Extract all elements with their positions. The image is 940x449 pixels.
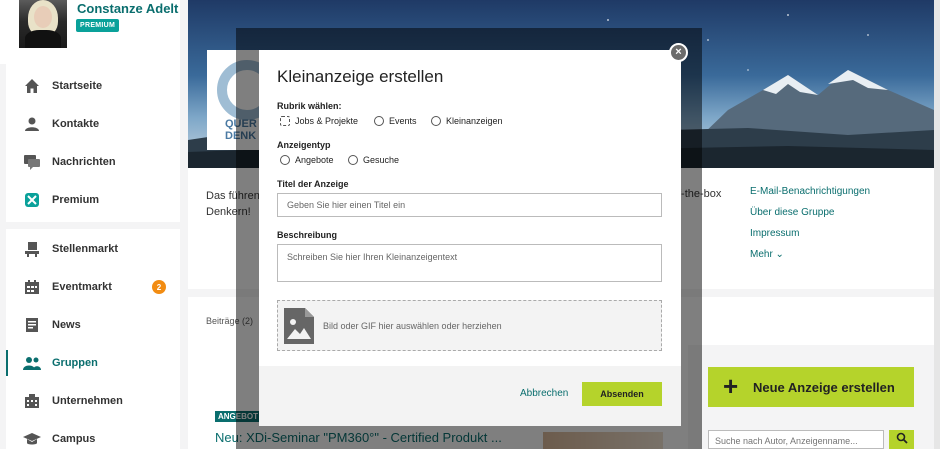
ad-search-field[interactable] — [708, 430, 884, 449]
image-file-icon — [284, 308, 314, 344]
calendar-icon — [23, 278, 41, 296]
jobs-icon — [23, 240, 41, 258]
campus-icon — [23, 430, 41, 448]
search-icon — [896, 432, 908, 447]
premium-icon — [23, 191, 41, 209]
sidebar-item-nachrichten[interactable]: Nachrichten — [6, 143, 180, 181]
radio-button-icon — [431, 116, 441, 126]
sidebar-item-eventmarkt[interactable]: Eventmarkt 2 — [6, 268, 180, 306]
radio-jobs-projekte[interactable]: Jobs & Projekte — [280, 116, 358, 126]
radio-gesuche[interactable]: Gesuche — [348, 155, 399, 165]
profile-name[interactable]: Constanze Adelt — [77, 1, 178, 16]
cancel-button[interactable]: Abbrechen — [520, 388, 568, 399]
radio-label: Events — [389, 116, 417, 126]
radio-angebote[interactable]: Angebote — [280, 155, 334, 165]
description-label: Beschreibung — [277, 230, 338, 240]
premium-badge: PREMIUM — [76, 19, 120, 32]
radio-events[interactable]: Events — [374, 116, 417, 126]
dropzone-label: Bild oder GIF hier auswählen oder herzie… — [323, 321, 502, 331]
sidebar-item-premium[interactable]: Premium — [6, 181, 180, 219]
radio-label: Angebote — [295, 155, 334, 165]
search-button[interactable] — [889, 430, 914, 449]
news-icon — [23, 316, 41, 334]
new-ad-button[interactable]: + Neue Anzeige erstellen — [708, 367, 914, 407]
image-dropzone[interactable]: Bild oder GIF hier auswählen oder herzie… — [277, 300, 662, 351]
home-icon — [23, 77, 41, 95]
submit-button[interactable]: Absenden — [582, 382, 662, 406]
sidebar-item-label: Unternehmen — [52, 395, 123, 407]
radio-button-icon — [280, 155, 290, 165]
radio-button-icon — [280, 116, 290, 126]
description-textarea[interactable]: Schreiben Sie hier Ihren Kleinanzeigente… — [277, 244, 662, 282]
nav-group-secondary: Stellenmarkt Eventmarkt 2 News Gruppen U… — [6, 229, 180, 449]
sidebar: Constanze Adelt PREMIUM Startseite Konta… — [0, 0, 180, 449]
sidebar-item-label: Eventmarkt — [52, 281, 112, 293]
sidebar-item-label: Premium — [52, 194, 100, 206]
sidebar-item-label: Kontakte — [52, 118, 100, 130]
radio-button-icon — [374, 116, 384, 126]
groups-icon — [23, 354, 41, 372]
ad-title-input[interactable]: Geben Sie hier einen Titel ein — [277, 193, 662, 217]
sidebar-item-campus[interactable]: Campus — [6, 420, 180, 449]
new-ad-button-label: Neue Anzeige erstellen — [753, 380, 895, 395]
sidebar-item-label: Gruppen — [52, 357, 98, 369]
email-notifications-link[interactable]: E-Mail-Benachrichtigungen — [750, 186, 870, 198]
close-icon[interactable]: × — [669, 43, 688, 62]
radio-label: Jobs & Projekte — [295, 116, 359, 126]
sidebar-item-news[interactable]: News — [6, 306, 180, 344]
messages-icon — [23, 153, 41, 171]
sidebar-item-unternehmen[interactable]: Unternehmen — [6, 382, 180, 420]
plus-icon: + — [723, 371, 739, 401]
company-icon — [23, 392, 41, 410]
notification-count-badge: 2 — [152, 280, 166, 294]
ad-title-placeholder: Geben Sie hier einen Titel ein — [287, 200, 406, 210]
sidebar-item-label: Startseite — [52, 80, 103, 92]
sidebar-item-gruppen[interactable]: Gruppen — [6, 344, 180, 382]
radio-button-icon — [348, 155, 358, 165]
window-edge — [934, 0, 940, 449]
sidebar-item-label: News — [52, 319, 81, 331]
sidebar-item-label: Stellenmarkt — [52, 243, 119, 255]
rubric-label: Rubrik wählen: — [277, 101, 342, 111]
more-link[interactable]: Mehr ⌄ — [750, 249, 870, 261]
contacts-icon — [23, 115, 41, 133]
sidebar-item-stellenmarkt[interactable]: Stellenmarkt — [6, 230, 180, 268]
imprint-link[interactable]: Impressum — [750, 228, 870, 240]
profile-card[interactable]: Constanze Adelt PREMIUM — [0, 0, 180, 64]
about-group-link[interactable]: Über diese Gruppe — [750, 207, 870, 219]
ad-type-label: Anzeigentyp — [277, 140, 331, 150]
sidebar-item-label: Nachrichten — [52, 156, 116, 168]
radio-kleinanzeigen[interactable]: Kleinanzeigen — [431, 116, 503, 126]
radio-label: Gesuche — [363, 155, 400, 165]
radio-label: Kleinanzeigen — [446, 116, 503, 126]
avatar[interactable] — [19, 0, 67, 48]
modal-title: Kleinanzeige erstellen — [277, 67, 444, 86]
sidebar-item-startseite[interactable]: Startseite — [6, 67, 180, 105]
description-placeholder: Schreiben Sie hier Ihren Kleinanzeigente… — [287, 252, 458, 262]
ad-search-input[interactable] — [709, 432, 883, 449]
sidebar-item-kontakte[interactable]: Kontakte — [6, 105, 180, 143]
group-side-links: E-Mail-Benachrichtigungen Über diese Gru… — [750, 186, 870, 270]
nav-group-primary: Startseite Kontakte Nachrichten Premium — [6, 64, 180, 222]
ad-title-label: Titel der Anzeige — [277, 179, 349, 189]
sidebar-item-label: Campus — [52, 433, 96, 445]
